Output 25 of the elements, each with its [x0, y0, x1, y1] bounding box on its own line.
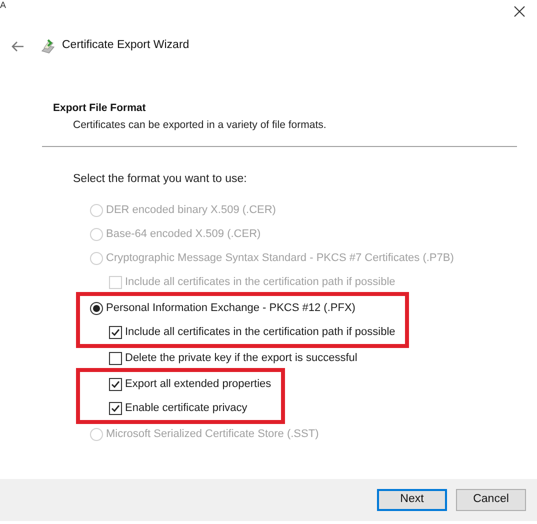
dialog-button[interactable]: Next: [377, 489, 447, 511]
option-label: Cryptographic Message Syntax Standard - PKCS #7 Certificates (.P7B): [106, 251, 454, 266]
option-label: Base-64 encoded X.509 (.CER): [106, 227, 261, 242]
format-prompt: Select the format you want to use:: [73, 172, 247, 187]
option-label: Microsoft Serialized Certificate Store (.SST): [106, 427, 319, 442]
checkbox[interactable]: [109, 378, 122, 391]
checkbox[interactable]: [109, 352, 122, 365]
checkbox[interactable]: [109, 402, 122, 415]
section-title: Export File Format: [53, 101, 146, 115]
option-label: DER encoded binary X.509 (.CER): [106, 203, 276, 218]
section-description: Certificates can be exported in a variety of file formats.: [72, 118, 326, 133]
dialog-button[interactable]: Cancel: [456, 489, 526, 511]
checkbox[interactable]: [109, 326, 122, 339]
option-label: Include all certificates in the certification path if possible: [125, 275, 396, 290]
option-label: Export all extended properties: [125, 377, 272, 392]
window-title: Certificate Export Wizard: [62, 38, 190, 54]
option-label: Personal Information Exchange - PKCS #12 (.PFX): [106, 301, 356, 316]
back-arrow-icon[interactable]: [11, 40, 24, 52]
radio-button[interactable]: [90, 302, 103, 315]
option-label: Delete the private key if the export is successful: [125, 351, 358, 366]
option-label: Enable certificate privacy: [125, 401, 248, 416]
background-fragment: A: [0, 0, 6, 10]
certificate-icon: [40, 38, 56, 54]
close-icon[interactable]: [514, 6, 525, 17]
option-label: Include all certificates in the certification path if possible: [125, 325, 396, 340]
